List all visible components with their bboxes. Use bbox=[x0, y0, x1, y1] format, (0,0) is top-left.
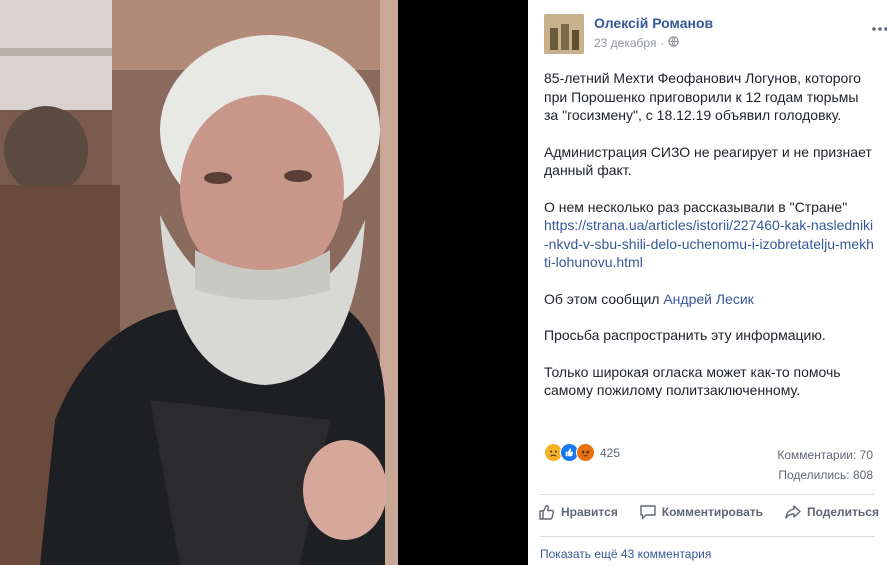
ellipsis-icon[interactable] bbox=[872, 18, 887, 34]
reaction-count: 425 bbox=[600, 445, 621, 460]
share-label: Поделиться bbox=[806, 505, 879, 519]
photo-viewer[interactable] bbox=[0, 0, 528, 565]
action-bar: Нравится Комментировать Поделиться bbox=[536, 503, 881, 521]
divider bbox=[540, 494, 875, 495]
post-photo bbox=[0, 0, 528, 565]
post-meta: 23 декабря · bbox=[594, 36, 680, 50]
angry-icon bbox=[576, 443, 595, 462]
post-paragraph: Администрация СИЗО не реагирует и не при… bbox=[544, 143, 872, 179]
post-paragraph: 85-летний Мехти Феофанович Логунов, кото… bbox=[544, 70, 861, 123]
article-link[interactable]: https://strana.ua/articles/istorii/22746… bbox=[544, 217, 874, 270]
reactions-summary[interactable]: 425 bbox=[544, 443, 620, 462]
meta-separator: · bbox=[660, 36, 665, 50]
post-paragraph: О нем несколько раз рассказывали в "Стра… bbox=[544, 198, 874, 272]
post-paragraph-text: О нем несколько раз рассказывали в "Стра… bbox=[544, 198, 848, 215]
post-date[interactable]: 23 декабря bbox=[594, 36, 656, 50]
show-more-comments-link[interactable]: Показать ещё 43 комментария bbox=[540, 547, 711, 561]
post-sidebar: Олексій Романов 23 декабря · 85-летний М… bbox=[528, 0, 887, 565]
like-button[interactable]: Нравится bbox=[536, 503, 620, 521]
post-text: 85-летний Мехти Феофанович Логунов, кото… bbox=[544, 69, 874, 418]
like-label: Нравится bbox=[561, 505, 618, 519]
comment-label: Комментировать bbox=[661, 505, 764, 519]
thumbs-up-icon bbox=[538, 503, 556, 521]
author-name[interactable]: Олексій Романов bbox=[594, 15, 713, 31]
share-icon bbox=[784, 503, 802, 521]
shares-count[interactable]: Поделились: 808 bbox=[777, 465, 873, 485]
post-header: Олексій Романов 23 декабря · bbox=[544, 12, 887, 56]
post-paragraph: Только широкая огласка может как-то помо… bbox=[544, 363, 841, 399]
comments-count[interactable]: Комментарии: 70 bbox=[777, 445, 873, 465]
post-paragraph-text: Об этом сообщил bbox=[544, 290, 664, 307]
post-paragraph: Об этом сообщил Андрей Лесик bbox=[544, 290, 874, 309]
comment-icon bbox=[639, 503, 657, 521]
post-paragraph: Просьба распространить эту информацию. bbox=[544, 327, 826, 343]
globe-icon[interactable] bbox=[668, 36, 680, 50]
share-button[interactable]: Поделиться bbox=[782, 503, 881, 521]
divider bbox=[540, 536, 875, 537]
comment-button[interactable]: Комментировать bbox=[637, 503, 765, 521]
engagement-counts: Комментарии: 70 Поделились: 808 bbox=[777, 445, 873, 485]
mention-link[interactable]: Андрей Лесик bbox=[663, 291, 753, 307]
avatar[interactable] bbox=[544, 14, 584, 54]
